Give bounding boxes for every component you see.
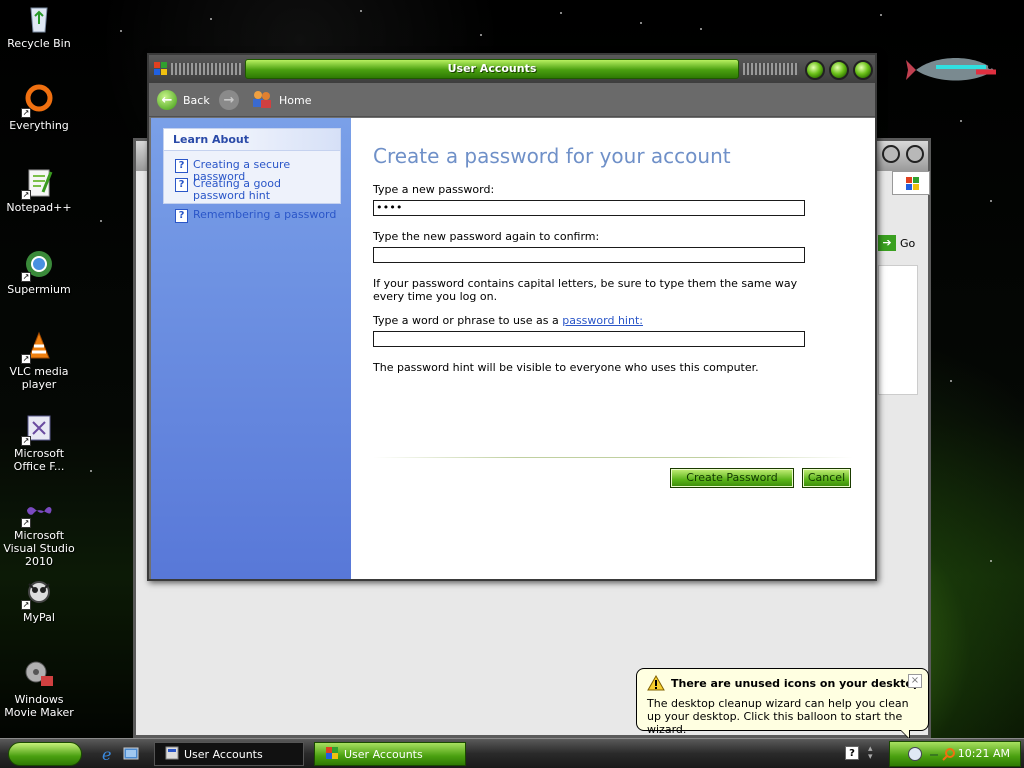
back-button[interactable]: ← Back (157, 89, 210, 111)
home-button[interactable]: Home (251, 89, 311, 111)
tray-expand-icon[interactable]: ▴ ▾ (868, 745, 878, 762)
password-hint-field[interactable] (373, 331, 805, 347)
maximize-button[interactable] (906, 145, 924, 163)
help-icon[interactable]: ? (845, 746, 859, 760)
shortcut-arrow-icon: ↗ (21, 190, 31, 200)
learn-about-heading: Learn About (164, 129, 340, 151)
password-hint-link[interactable]: password hint: (562, 314, 643, 327)
user-accounts-icon (325, 746, 339, 763)
supermium-icon: ↗ (21, 248, 55, 282)
home-users-icon (251, 89, 273, 112)
forward-button[interactable]: → (219, 89, 239, 111)
balloon-tail-fill (901, 730, 909, 738)
balloon-close-button[interactable]: × (908, 674, 922, 688)
maximize-button[interactable] (829, 60, 849, 80)
internet-explorer-icon[interactable]: e (100, 745, 118, 764)
new-password-label: Type a new password: (373, 183, 495, 196)
windows-logo-icon (892, 171, 930, 195)
taskbar: e User Accounts User Accounts ? ▴ ▾ 10:21… (0, 738, 1024, 768)
user-accounts-window[interactable]: User Accounts ← Back → Home Learn About … (147, 53, 877, 581)
system-tray: 10:21 AM (889, 741, 1021, 767)
navigation-toolbar: ← Back → Home (149, 83, 875, 117)
tray-app-icon[interactable] (908, 747, 922, 761)
title-grip-right (743, 63, 799, 75)
background-panel (878, 265, 918, 395)
desktop-icon-office[interactable]: ↗ Microsoft Office F... (0, 412, 78, 473)
create-password-button[interactable]: Create Password (670, 468, 794, 488)
desktop-icon-everything[interactable]: ↗ Everything (0, 84, 78, 132)
divider (373, 457, 853, 458)
warning-icon (647, 675, 665, 691)
desktop-icon-vlc[interactable]: ↗ VLC media player (0, 330, 78, 391)
shortcut-arrow-icon: ↗ (21, 518, 31, 528)
desktop-icon-notepadpp[interactable]: ↗ Notepad++ (0, 166, 78, 214)
help-icon: ? (175, 178, 188, 192)
shortcut-arrow-icon: ↗ (21, 354, 31, 364)
learn-link-remembering-password[interactable]: ? Remembering a password (175, 209, 336, 223)
visual-studio-icon: ↗ (21, 494, 55, 528)
window-title: User Accounts (245, 59, 739, 79)
hint-label: Type a word or phrase to use as a passwo… (373, 314, 643, 327)
task-sidebar: Learn About ? Creating a secure password… (151, 118, 351, 579)
learn-link-password-hint[interactable]: ? Creating a good password hint (175, 178, 335, 202)
desktop-icon-supermium[interactable]: ↗ Supermium (0, 248, 78, 296)
user-accounts-icon (153, 61, 169, 77)
balloon-title: There are unused icons on your desktop (671, 677, 921, 690)
window-titlebar[interactable]: User Accounts (149, 55, 875, 83)
window-icon (165, 746, 179, 763)
confirm-password-label: Type the new password again to confirm: (373, 230, 600, 243)
show-desktop-icon[interactable] (122, 745, 140, 763)
back-arrow-icon: ← (157, 90, 177, 110)
balloon-text: The desktop cleanup wizard can help you … (647, 697, 909, 736)
help-icon: ? (175, 209, 188, 223)
password-form: Create a password for your account Type … (351, 118, 875, 579)
title-grip-left (171, 63, 241, 75)
everything-icon: ↗ (21, 84, 55, 118)
minimize-button[interactable] (882, 145, 900, 163)
tray-dash-icon (930, 754, 938, 756)
notepadpp-icon: ↗ (21, 166, 55, 200)
learn-about-panel: Learn About ? Creating a secure password… (163, 128, 341, 223)
clock[interactable]: 10:21 AM (958, 747, 1010, 760)
go-button[interactable]: ➔ Go (878, 235, 915, 251)
cancel-button[interactable]: Cancel (802, 468, 851, 488)
desktop-icon-visual-studio[interactable]: ↗ Microsoft Visual Studio 2010 (0, 494, 78, 568)
shortcut-arrow-icon: ↗ (21, 272, 31, 282)
svg-text:e: e (102, 745, 111, 763)
go-arrow-icon: ➔ (878, 235, 896, 251)
caps-note: If your password contains capital letter… (373, 277, 798, 303)
start-button[interactable] (8, 742, 82, 766)
search-icon[interactable] (942, 747, 956, 761)
fish-icon (906, 58, 996, 81)
vlc-cone-icon: ↗ (21, 330, 55, 364)
shortcut-arrow-icon: ↗ (21, 108, 31, 118)
shortcut-arrow-icon: ↗ (21, 436, 31, 446)
desktop-icon-movie-maker[interactable]: Windows Movie Maker (0, 658, 78, 719)
office-icon: ↗ (21, 412, 55, 446)
taskbar-button-user-accounts-2[interactable]: User Accounts (314, 742, 466, 766)
close-button[interactable] (853, 60, 873, 80)
desktop-icon-mypal[interactable]: ↗ MyPal (0, 576, 78, 624)
new-password-field[interactable]: •••• (373, 200, 805, 216)
confirm-password-field[interactable] (373, 247, 805, 263)
movie-maker-icon (23, 658, 55, 690)
taskbar-button-user-accounts-1[interactable]: User Accounts (154, 742, 304, 766)
minimize-button[interactable] (805, 60, 825, 80)
forward-arrow-icon: → (219, 90, 239, 110)
help-icon: ? (175, 159, 188, 173)
mypal-icon: ↗ (21, 576, 55, 610)
notification-balloon[interactable]: There are unused icons on your desktop ×… (636, 668, 929, 740)
recycle-bin-icon (23, 2, 55, 34)
hint-note: The password hint will be visible to eve… (373, 361, 759, 374)
shortcut-arrow-icon: ↗ (21, 600, 31, 610)
desktop-icon-recycle-bin[interactable]: Recycle Bin (0, 2, 78, 50)
page-title: Create a password for your account (373, 144, 731, 168)
